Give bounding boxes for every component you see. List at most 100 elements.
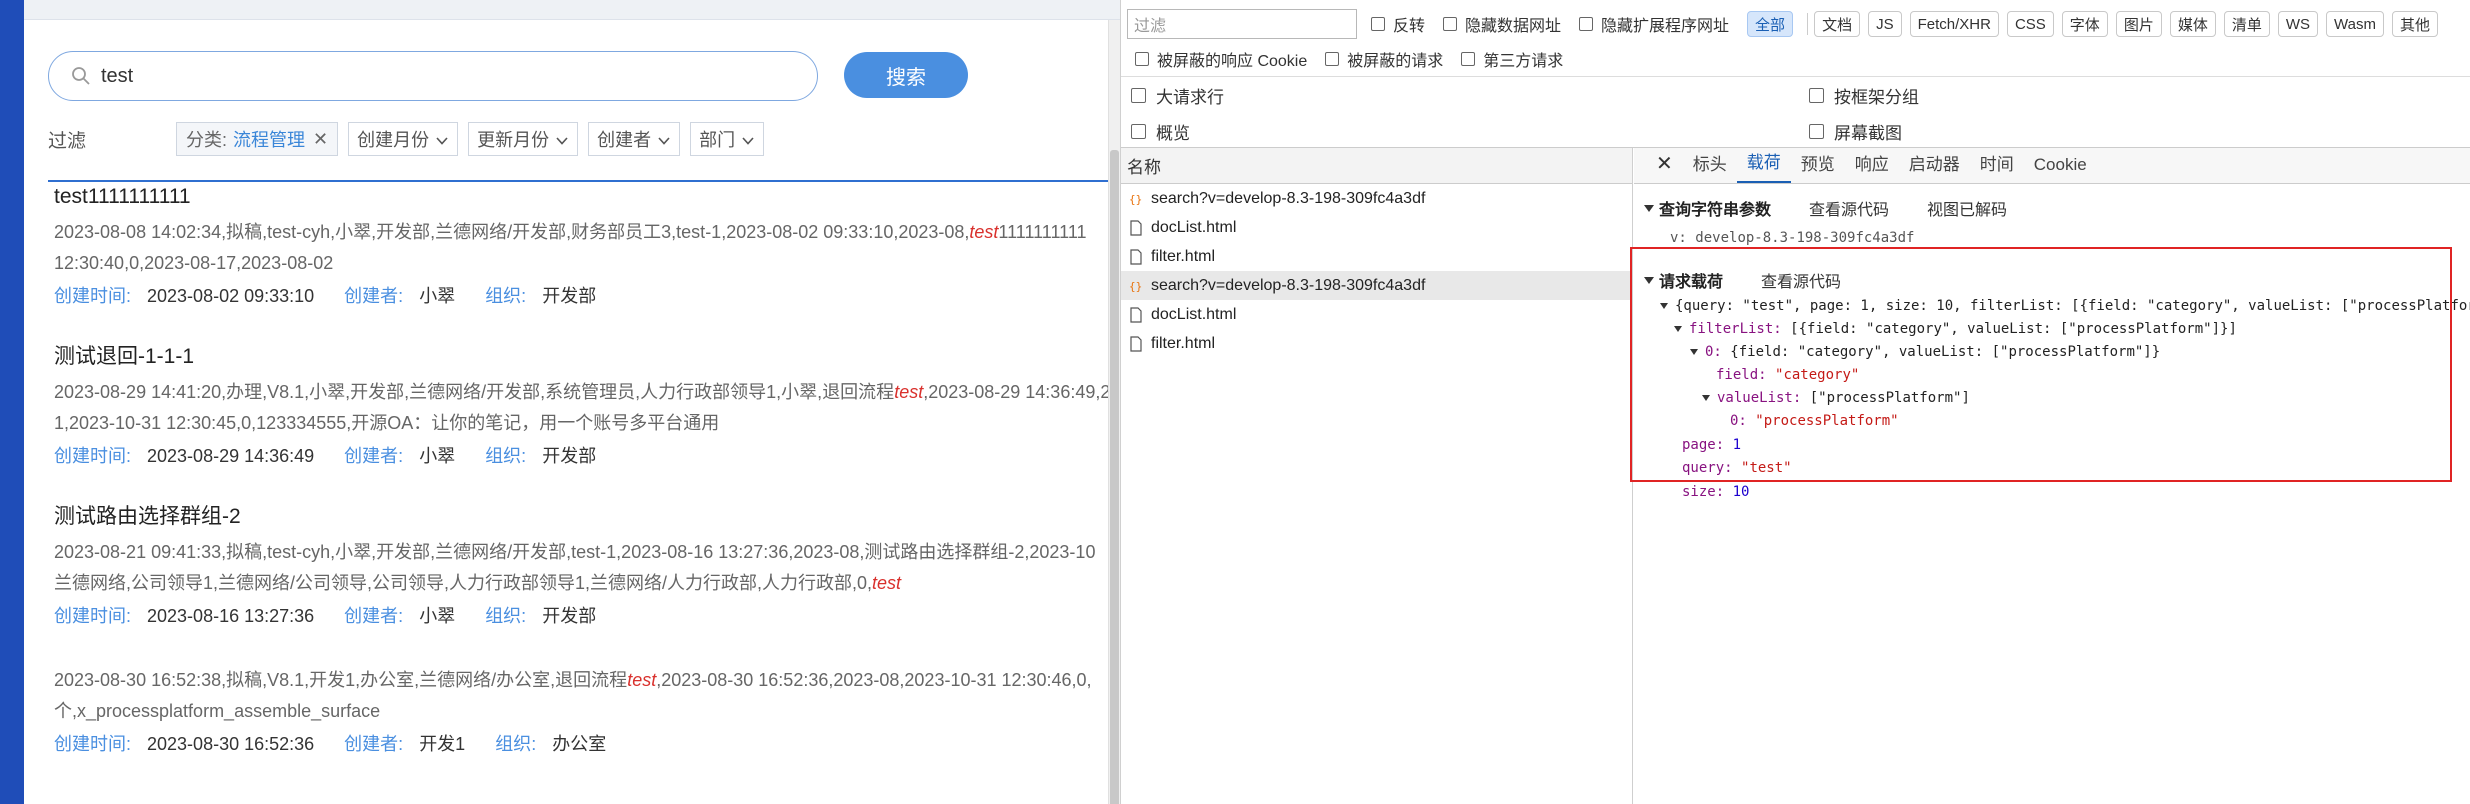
chevron-down-icon xyxy=(555,132,569,146)
svg-text:{}: {} xyxy=(1129,280,1142,293)
tab-headers[interactable]: 标头 xyxy=(1683,150,1737,183)
search-input[interactable]: test xyxy=(48,51,818,101)
screenshots-checkbox[interactable]: 屏幕截图 xyxy=(1809,119,1902,144)
query-string-section[interactable]: 查询字符串参数 查看源代码 视图已解码 xyxy=(1644,196,2045,220)
result-desc-line1: 2023-08-29 14:41:20,办理,V8.1,小翠,开发部,兰德网络/… xyxy=(54,377,1114,408)
hide-extension-urls-checkbox[interactable]: 隐藏扩展程序网址 xyxy=(1579,12,1729,36)
checkbox-box xyxy=(1461,52,1476,66)
request-row[interactable]: {} search?v=develop-8.3-198-309fc4a3df xyxy=(1121,184,1632,213)
type-filter-js[interactable]: JS xyxy=(1868,11,1902,37)
result-item[interactable]: test1111111111 2023-08-08 14:02:34,拟稿,te… xyxy=(54,183,1114,309)
result-desc: 2023-08-21 09:41:33,拟稿,test-cyh,小翠,开发部,兰… xyxy=(54,537,1114,599)
expand-triangle-icon[interactable] xyxy=(1644,204,1654,212)
meta-label-org: 组织: xyxy=(485,606,527,626)
desc-text: 2023-08-21 09:41:33,拟稿,test-cyh,小翠,开发部,兰… xyxy=(54,542,1096,562)
tab-preview[interactable]: 预览 xyxy=(1791,150,1845,183)
checkbox-box xyxy=(1131,124,1146,139)
request-row[interactable]: docList.html xyxy=(1121,213,1632,242)
type-filter-all[interactable]: 全部 xyxy=(1747,11,1794,37)
scrollbar-thumb[interactable] xyxy=(1110,150,1119,804)
request-row-selected[interactable]: {} search?v=develop-8.3-198-309fc4a3df xyxy=(1121,271,1632,300)
result-title[interactable]: 测试路由选择群组-2 xyxy=(54,503,1114,531)
blocked-requests-checkbox[interactable]: 被屏蔽的请求 xyxy=(1325,47,1443,71)
meta-label-creator: 创建者: xyxy=(344,286,404,306)
dropdown-department[interactable]: 部门 xyxy=(690,122,765,156)
checkbox-label: 按框架分组 xyxy=(1834,88,1919,107)
result-title[interactable]: test1111111111 xyxy=(54,183,1114,211)
payload-key: size: xyxy=(1682,484,1725,500)
type-filter-doc[interactable]: 文档 xyxy=(1814,11,1861,37)
checkbox-label: 概览 xyxy=(1156,124,1190,143)
large-rows-checkbox[interactable]: 大请求行 xyxy=(1131,83,1224,108)
desc-text: 2023-08-29 14:41:20,办理,V8.1,小翠,开发部,兰德网络/… xyxy=(54,382,895,402)
result-meta: 创建时间: 2023-08-02 09:33:10 创建者: 小翠 组织: 开发部 xyxy=(54,283,1114,309)
type-filter-font[interactable]: 字体 xyxy=(2061,11,2108,37)
type-filter-media[interactable]: 媒体 xyxy=(2169,11,2216,37)
search-page: test 搜索 过滤 分类: 流程管理 ✕ 创建月份 更新月份 创建者 部门 t… xyxy=(24,20,1114,804)
type-filter-img[interactable]: 图片 xyxy=(2115,11,2162,37)
request-list-header[interactable]: 名称 xyxy=(1121,148,1632,184)
result-title[interactable]: 测试退回-1-1-1 xyxy=(54,343,1114,371)
request-row[interactable]: docList.html xyxy=(1121,300,1632,329)
meta-label-org: 组织: xyxy=(495,734,537,754)
dropdown-label: 创建月份 xyxy=(357,130,430,150)
tab-payload[interactable]: 载荷 xyxy=(1736,148,1791,183)
chip-close-icon[interactable]: ✕ xyxy=(313,129,328,150)
filter-chip-category[interactable]: 分类: 流程管理 ✕ xyxy=(176,122,339,156)
desc-highlight: test xyxy=(627,670,657,690)
checkbox-label: 隐藏扩展程序网址 xyxy=(1601,18,1730,35)
result-item[interactable]: 测试退回-1-1-1 2023-08-29 14:41:20,办理,V8.1,小… xyxy=(54,343,1114,469)
payload-value: 10 xyxy=(1732,484,1750,500)
type-filter-manifest[interactable]: 清单 xyxy=(2223,11,2270,37)
third-party-checkbox[interactable]: 第三方请求 xyxy=(1461,47,1563,71)
detail-tabs: ✕ 标头 载荷 预览 响应 启动器 时间 Cookie xyxy=(1634,148,2470,184)
type-filter-wasm[interactable]: Wasm xyxy=(2326,11,2384,37)
meta-creator: 小翠 xyxy=(419,606,456,626)
desc-text: 2023-08-30 16:52:38,拟稿,V8.1,开发1,办公室,兰德网络… xyxy=(54,670,628,690)
highlight-annotation-box xyxy=(1630,247,2452,482)
desc-text: 1111111111 xyxy=(998,222,1087,242)
group-by-frame-checkbox[interactable]: 按框架分组 xyxy=(1809,83,1919,108)
desc-text: 12:30:40,0,2023-08-17,2023-08-02 xyxy=(54,253,334,273)
tab-response[interactable]: 响应 xyxy=(1845,150,1899,183)
desc-text: 个,x_processplatform_assemble_surface xyxy=(54,701,381,721)
filter-placeholder: 过滤 xyxy=(1134,18,1167,35)
checkbox-box xyxy=(1131,88,1146,103)
results-scrollbar[interactable] xyxy=(1108,20,1120,804)
request-row[interactable]: filter.html xyxy=(1121,329,1632,358)
type-filter-fetch-xhr[interactable]: Fetch/XHR xyxy=(1909,11,1999,37)
view-decoded-button[interactable]: 视图已解码 xyxy=(1927,196,2007,220)
close-icon[interactable]: ✕ xyxy=(1646,151,1683,183)
dropdown-creator[interactable]: 创建者 xyxy=(588,122,681,156)
filter-row: 过滤 分类: 流程管理 ✕ 创建月份 更新月份 创建者 部门 xyxy=(48,116,1108,162)
blocked-response-cookies-checkbox[interactable]: 被屏蔽的响应 Cookie xyxy=(1135,47,1307,71)
invert-checkbox[interactable]: 反转 xyxy=(1371,12,1425,36)
meta-label-creator: 创建者: xyxy=(344,734,404,754)
network-filter-input[interactable]: 过滤 xyxy=(1127,9,1357,39)
desc-highlight: test xyxy=(872,573,902,593)
hide-data-urls-checkbox[interactable]: 隐藏数据网址 xyxy=(1443,12,1561,36)
overview-checkbox[interactable]: 概览 xyxy=(1131,119,1190,144)
result-item[interactable]: 测试路由选择群组-2 2023-08-21 09:41:33,拟稿,test-c… xyxy=(54,503,1114,629)
meta-creator: 小翠 xyxy=(419,286,456,306)
checkbox-label: 隐藏数据网址 xyxy=(1465,18,1562,35)
type-filter-other[interactable]: 其他 xyxy=(2391,11,2438,37)
result-item[interactable]: 2023-08-30 16:52:38,拟稿,V8.1,开发1,办公室,兰德网络… xyxy=(54,665,1114,757)
type-filter-css[interactable]: CSS xyxy=(2006,11,2054,37)
dropdown-updated-month[interactable]: 更新月份 xyxy=(468,122,579,156)
view-source-button[interactable]: 查看源代码 xyxy=(1809,196,1889,220)
tab-timing[interactable]: 时间 xyxy=(1970,150,2024,183)
checkbox-label: 被屏蔽的请求 xyxy=(1347,53,1444,70)
xhr-icon: {} xyxy=(1129,278,1143,294)
tab-cookies[interactable]: Cookie xyxy=(2024,155,2097,183)
result-desc: 2023-08-30 16:52:38,拟稿,V8.1,开发1,办公室,兰德网络… xyxy=(54,665,1114,727)
search-button[interactable]: 搜索 xyxy=(844,52,968,98)
meta-created-time: 2023-08-29 14:36:49 xyxy=(147,446,315,466)
tab-initiator[interactable]: 启动器 xyxy=(1899,150,1970,183)
request-name: docList.html xyxy=(1151,218,1237,236)
type-filter-ws[interactable]: WS xyxy=(2277,11,2319,37)
dropdown-created-month[interactable]: 创建月份 xyxy=(348,122,459,156)
request-name: filter.html xyxy=(1151,334,1216,352)
filter-label: 过滤 xyxy=(48,130,87,152)
request-row[interactable]: filter.html xyxy=(1121,242,1632,271)
